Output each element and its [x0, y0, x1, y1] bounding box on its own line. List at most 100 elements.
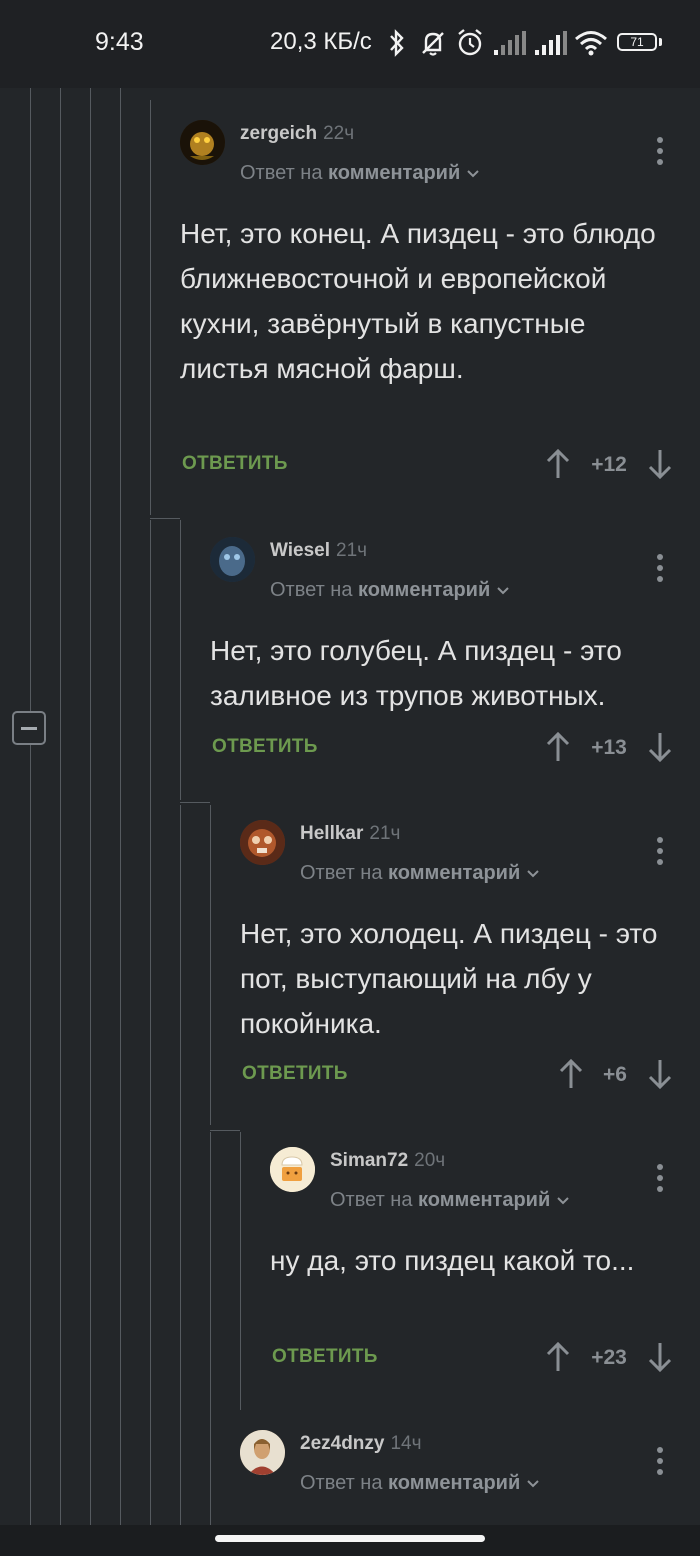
- downvote-arrow-icon[interactable]: [648, 731, 672, 763]
- comment-time: 21ч: [369, 823, 401, 844]
- reply-button[interactable]: ОТВЕТИТЬ: [182, 453, 288, 475]
- avatar[interactable]: [270, 1147, 315, 1192]
- more-options-icon[interactable]: [657, 837, 665, 867]
- comment-time: 14ч: [390, 1433, 422, 1454]
- status-time: 9:43: [95, 28, 144, 56]
- bluetooth-icon: [390, 29, 404, 57]
- upvote-arrow-icon[interactable]: [546, 731, 570, 763]
- comment: Siman72 20ч Ответ на комментарий ну да, э…: [270, 1147, 680, 1397]
- reply-to-prefix: Ответ на: [330, 1189, 413, 1211]
- comment: 2ez4dnzy 14ч Ответ на комментарий: [240, 1430, 680, 1520]
- score: +6: [603, 1063, 627, 1086]
- downvote-arrow-icon[interactable]: [648, 1341, 672, 1373]
- downvote-arrow-icon[interactable]: [648, 1058, 672, 1090]
- comment-author[interactable]: Wiesel 21ч: [270, 540, 367, 562]
- comment-text: ну да, это пиздец какой то...: [270, 1245, 635, 1276]
- comment-author[interactable]: Siman72 20ч: [330, 1150, 445, 1172]
- comment-text: Нет, это голубец. А пиздец - это заливно…: [210, 635, 622, 711]
- thread-line: [30, 745, 31, 1525]
- reply-to-link[interactable]: Ответ на комментарий: [300, 862, 540, 885]
- signal-icon-2: [535, 31, 567, 55]
- thread-line: [150, 520, 151, 1525]
- chevron-down-icon: [467, 170, 479, 178]
- thread-line-branch: [150, 518, 180, 519]
- comment: zergeich 22ч Ответ на комментарий Нет, эт…: [180, 120, 680, 500]
- thread-line: [180, 805, 181, 1525]
- author-name[interactable]: 2ez4dnzy: [300, 1433, 384, 1454]
- comment: Hellkar 21ч Ответ на комментарий Нет, это…: [240, 820, 680, 1110]
- thread-line: [30, 88, 31, 711]
- battery-level: 71: [630, 35, 644, 49]
- reply-button[interactable]: ОТВЕТИТЬ: [212, 736, 318, 758]
- avatar-portrait-icon: [240, 1430, 285, 1475]
- reply-to-target[interactable]: комментарий: [418, 1189, 550, 1211]
- thread-line: [210, 1132, 211, 1525]
- reply-to-prefix: Ответ на: [300, 862, 383, 884]
- more-options-icon[interactable]: [657, 554, 665, 584]
- mute-bell-icon: [422, 32, 444, 56]
- avatar[interactable]: [210, 537, 255, 582]
- reply-to-prefix: Ответ на: [300, 1472, 383, 1494]
- thread-line: [180, 520, 181, 800]
- more-options-icon[interactable]: [657, 1447, 665, 1477]
- reply-to-target[interactable]: комментарий: [388, 862, 520, 884]
- avatar-orange-creature-icon: [240, 820, 285, 865]
- reply-to-link[interactable]: Ответ на комментарий: [330, 1189, 570, 1212]
- reply-to-prefix: Ответ на: [240, 162, 323, 184]
- avatar[interactable]: [240, 820, 285, 865]
- thread-line: [240, 1132, 241, 1410]
- thread-line: [60, 88, 61, 1525]
- avatar-blue-face-icon: [210, 537, 255, 582]
- reply-button[interactable]: ОТВЕТИТЬ: [272, 1346, 378, 1368]
- score: +23: [591, 1346, 627, 1369]
- comment-time: 20ч: [414, 1150, 446, 1171]
- comment: Wiesel 21ч Ответ на комментарий Нет, это …: [210, 537, 680, 777]
- more-options-icon[interactable]: [657, 1164, 665, 1194]
- alarm-icon: [458, 29, 482, 56]
- thread-line: [120, 88, 121, 1525]
- reply-button[interactable]: ОТВЕТИТЬ: [242, 1063, 348, 1085]
- score: +12: [591, 453, 627, 476]
- thread-line-branch: [180, 802, 210, 803]
- reply-to-link[interactable]: Ответ на комментарий: [240, 162, 480, 185]
- status-network-speed: 20,3 КБ/с: [270, 28, 372, 55]
- author-name[interactable]: Hellkar: [300, 823, 363, 844]
- comment-text: Нет, это конец. А пиздец - это блюдо бли…: [180, 218, 656, 384]
- avatar[interactable]: [240, 1430, 285, 1475]
- avatar-chef-cake-icon: [270, 1147, 315, 1192]
- reply-to-target[interactable]: комментарий: [358, 579, 490, 601]
- reply-to-target[interactable]: комментарий: [328, 162, 460, 184]
- comment-time: 22ч: [323, 123, 355, 144]
- author-name[interactable]: zergeich: [240, 123, 317, 144]
- author-name[interactable]: Siman72: [330, 1150, 408, 1171]
- signal-icon-1: [494, 31, 526, 55]
- thread-line-branch: [210, 1130, 240, 1131]
- thread-line: [90, 88, 91, 1525]
- battery-icon: 71: [617, 33, 657, 51]
- reply-to-link[interactable]: Ответ на комментарий: [270, 579, 510, 602]
- collapse-thread-button[interactable]: [12, 711, 46, 745]
- status-bar: 9:43 20,3 КБ/с 71: [0, 0, 700, 88]
- battery-tip: [659, 38, 662, 46]
- chevron-down-icon: [527, 1480, 539, 1488]
- reply-to-target[interactable]: комментарий: [388, 1472, 520, 1494]
- downvote-arrow-icon[interactable]: [648, 448, 672, 480]
- upvote-arrow-icon[interactable]: [546, 1341, 570, 1373]
- thread-line: [210, 805, 211, 1125]
- score: +13: [591, 736, 627, 759]
- home-indicator[interactable]: [215, 1535, 485, 1542]
- chevron-down-icon: [557, 1197, 569, 1205]
- comment-author[interactable]: Hellkar 21ч: [300, 823, 400, 845]
- comment-time: 21ч: [336, 540, 368, 561]
- reply-to-prefix: Ответ на: [270, 579, 353, 601]
- more-options-icon[interactable]: [657, 137, 665, 167]
- upvote-arrow-icon[interactable]: [559, 1058, 583, 1090]
- reply-to-link[interactable]: Ответ на комментарий: [300, 1472, 540, 1495]
- author-name[interactable]: Wiesel: [270, 540, 330, 561]
- avatar[interactable]: [180, 120, 225, 165]
- upvote-arrow-icon[interactable]: [546, 448, 570, 480]
- comment-text: Нет, это холодец. А пиздец - это пот, вы…: [240, 918, 658, 1039]
- comment-author[interactable]: zergeich 22ч: [240, 123, 354, 145]
- comment-author[interactable]: 2ez4dnzy 14ч: [300, 1433, 422, 1455]
- chevron-down-icon: [527, 870, 539, 878]
